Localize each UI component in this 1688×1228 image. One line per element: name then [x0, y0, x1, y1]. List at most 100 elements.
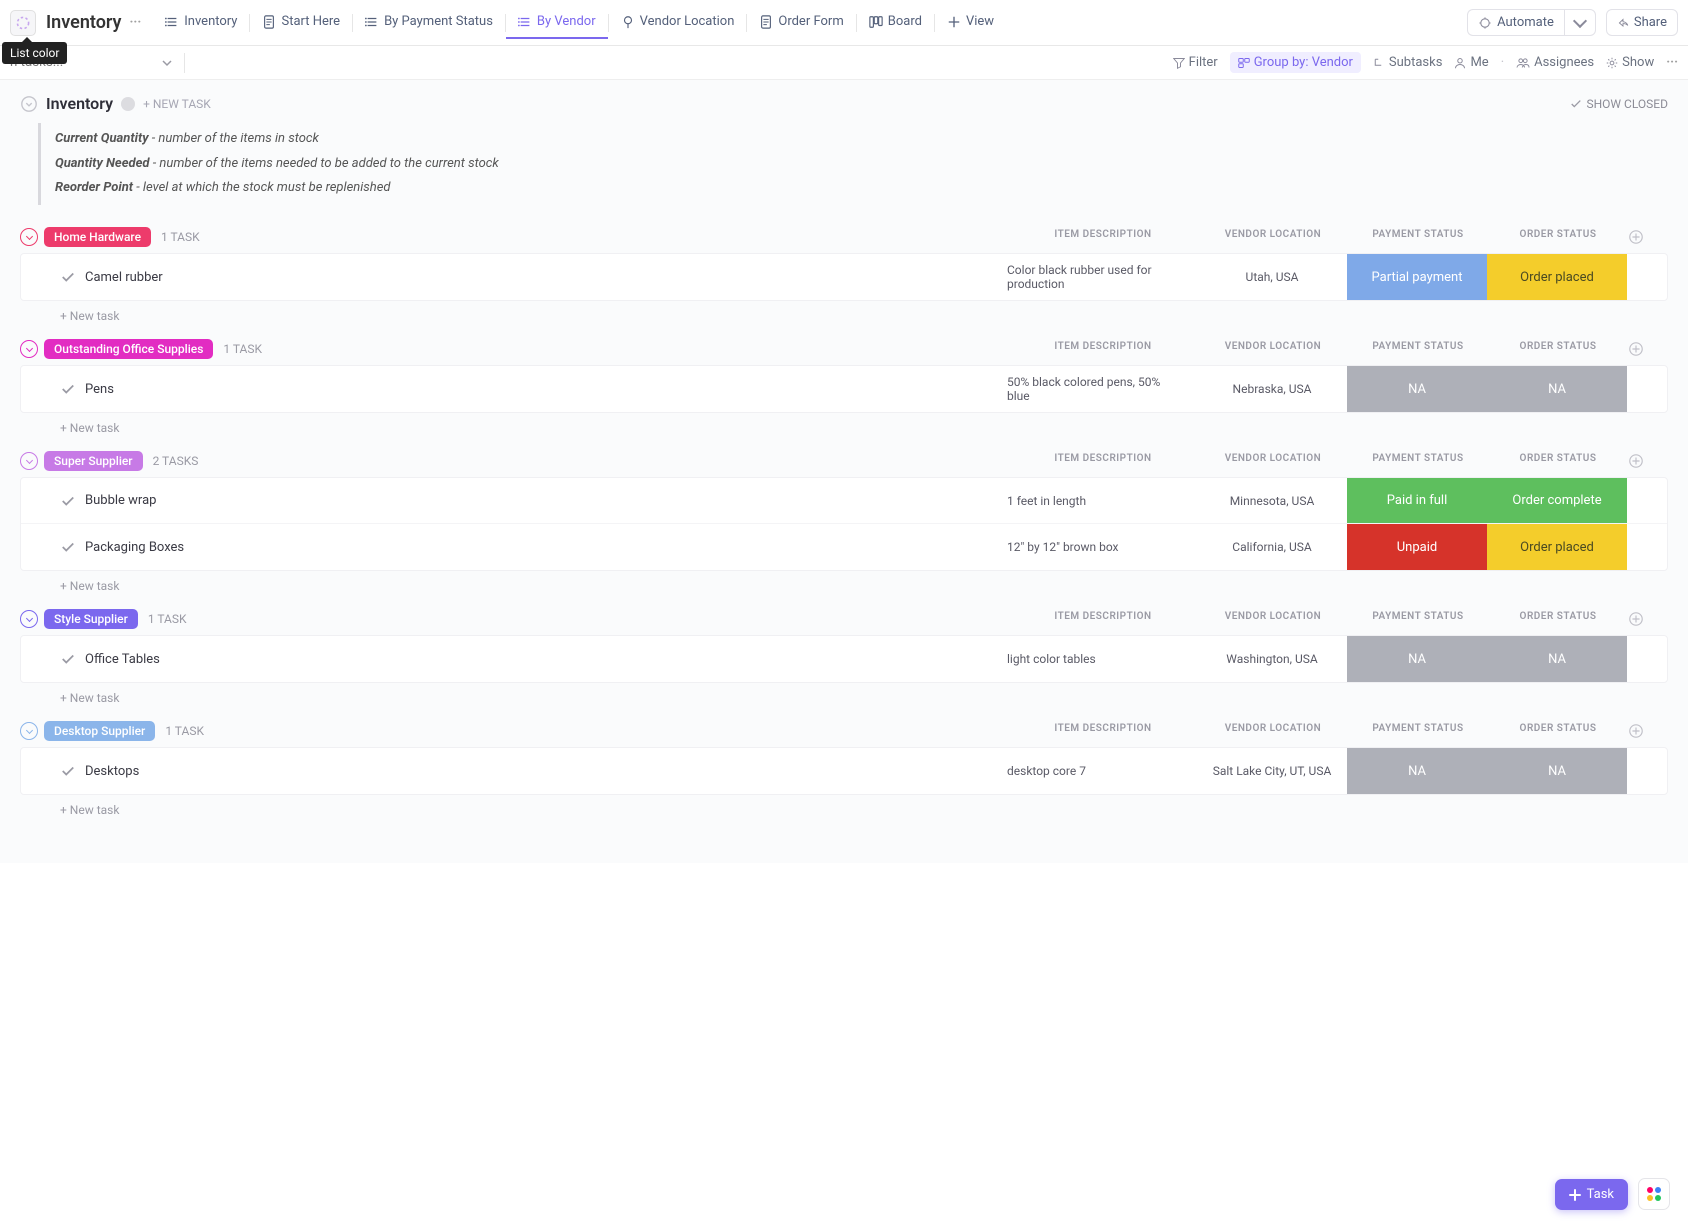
info-icon[interactable] — [121, 97, 135, 111]
filter-icon — [1173, 57, 1185, 69]
automate-dropdown[interactable] — [1564, 9, 1596, 36]
task-status-icon[interactable] — [61, 652, 75, 666]
col-order-status: ORDER STATUS — [1488, 229, 1628, 245]
new-task-fab[interactable]: Task — [1555, 1179, 1628, 1210]
col-payment-status: PAYMENT STATUS — [1348, 723, 1488, 739]
cell-payment-status[interactable]: NA — [1347, 366, 1487, 412]
new-task-row[interactable]: + New task — [20, 683, 1668, 707]
collapse-all-icon[interactable] — [20, 95, 38, 113]
task-row[interactable]: Camel rubberColor black rubber used for … — [21, 254, 1667, 300]
cell-payment-status[interactable]: Unpaid — [1347, 524, 1487, 570]
cell-payment-status[interactable]: Paid in full — [1347, 478, 1487, 523]
group-badge[interactable]: Super Supplier — [44, 451, 143, 471]
definition-term: Reorder Point — [55, 180, 133, 195]
tab-board[interactable]: Board — [857, 6, 934, 39]
add-column-button[interactable] — [1628, 229, 1668, 245]
group-collapse-button[interactable] — [20, 228, 38, 246]
show-label: Show — [1622, 55, 1654, 70]
subtasks-button[interactable]: Subtasks — [1373, 55, 1443, 70]
group-badge[interactable]: Desktop Supplier — [44, 721, 155, 741]
cell-order-status[interactable]: NA — [1487, 748, 1627, 794]
search-dropdown-icon[interactable] — [162, 58, 172, 68]
list-menu-button[interactable]: ··· — [129, 15, 141, 30]
automate-button[interactable]: Automate — [1467, 9, 1564, 36]
cell-order-status[interactable]: NA — [1487, 636, 1627, 682]
group-task-count: 1 TASK — [148, 612, 187, 626]
cell-item-description[interactable]: light color tables — [1007, 636, 1197, 682]
tab-order-form[interactable]: Order Form — [747, 6, 855, 39]
task-row[interactable]: Office Tables light color tablesWashingto… — [21, 636, 1667, 682]
cell-item-description[interactable]: desktop core 7 — [1007, 748, 1197, 794]
cell-item-description[interactable]: 50% black colored pens, 50% blue — [1007, 366, 1197, 412]
task-row[interactable]: Packaging Boxes12" by 12" brown boxCalif… — [21, 524, 1667, 570]
list-color-button[interactable] — [10, 10, 36, 36]
cell-item-description[interactable]: 12" by 12" brown box — [1007, 524, 1197, 570]
task-status-icon[interactable] — [61, 494, 75, 508]
new-task-row[interactable]: + New task — [20, 413, 1668, 437]
group-collapse-button[interactable] — [20, 610, 38, 628]
add-column-button[interactable] — [1628, 611, 1668, 627]
cell-vendor-location[interactable]: Minnesota, USA — [1197, 478, 1347, 523]
definitions-box: Current Quantity - number of the items i… — [38, 123, 1668, 205]
tab-by-vendor[interactable]: By Vendor — [506, 6, 608, 39]
gear-icon — [1606, 57, 1618, 69]
task-row[interactable]: Pens50% black colored pens, 50% blueNebr… — [21, 366, 1667, 412]
cell-item-description[interactable]: Color black rubber used for production — [1007, 254, 1197, 300]
col-vendor-location: VENDOR LOCATION — [1198, 611, 1348, 627]
col-order-status: ORDER STATUS — [1488, 341, 1628, 357]
col-payment-status: PAYMENT STATUS — [1348, 611, 1488, 627]
cell-order-status[interactable]: NA — [1487, 366, 1627, 412]
task-status-icon[interactable] — [61, 270, 75, 284]
add-column-button[interactable] — [1628, 341, 1668, 357]
show-closed-button[interactable]: SHOW CLOSED — [1570, 97, 1668, 111]
show-button[interactable]: Show — [1606, 55, 1654, 70]
col-item-description: ITEM DESCRIPTION — [1008, 611, 1198, 627]
task-status-icon[interactable] — [61, 764, 75, 778]
groupby-button[interactable]: Group by: Vendor — [1230, 52, 1361, 73]
task-row[interactable]: Bubble wrap 1 feet in lengthMinnesota, US… — [21, 478, 1667, 524]
new-task-button[interactable]: + NEW TASK — [143, 97, 211, 111]
cell-payment-status[interactable]: NA — [1347, 748, 1487, 794]
task-name: Office Tables — [85, 652, 160, 667]
cell-vendor-location[interactable]: California, USA — [1197, 524, 1347, 570]
add-column-button[interactable] — [1628, 453, 1668, 469]
cell-order-status[interactable]: Order placed — [1487, 524, 1627, 570]
new-task-row[interactable]: + New task — [20, 571, 1668, 595]
col-item-description: ITEM DESCRIPTION — [1008, 341, 1198, 357]
task-row[interactable]: Desktopsdesktop core 7Salt Lake City, UT… — [21, 748, 1667, 794]
cell-item-description[interactable]: 1 feet in length — [1007, 478, 1197, 523]
col-vendor-location: VENDOR LOCATION — [1198, 229, 1348, 245]
cell-vendor-location[interactable]: Salt Lake City, UT, USA — [1197, 748, 1347, 794]
toolbar-more[interactable]: ··· — [1666, 55, 1678, 70]
cell-vendor-location[interactable]: Utah, USA — [1197, 254, 1347, 300]
cell-vendor-location[interactable]: Nebraska, USA — [1197, 366, 1347, 412]
new-task-row[interactable]: + New task — [20, 795, 1668, 819]
apps-fab[interactable] — [1638, 1178, 1670, 1210]
task-name: Bubble wrap — [85, 493, 156, 508]
tab-view[interactable]: View — [935, 6, 1006, 39]
filter-button[interactable]: Filter — [1173, 55, 1218, 70]
cell-order-status[interactable]: Order placed — [1487, 254, 1627, 300]
cell-payment-status[interactable]: Partial payment — [1347, 254, 1487, 300]
tab-inventory[interactable]: Inventory — [153, 6, 249, 39]
tab-by-payment-status[interactable]: By Payment Status — [353, 6, 505, 39]
share-button[interactable]: Share — [1606, 9, 1678, 36]
task-status-icon[interactable] — [61, 382, 75, 396]
assignees-button[interactable]: Assignees — [1516, 55, 1594, 70]
task-status-icon[interactable] — [61, 540, 75, 554]
group-badge[interactable]: Style Supplier — [44, 609, 138, 629]
group-collapse-button[interactable] — [20, 340, 38, 358]
definition-text: - number of the items in stock — [149, 131, 319, 146]
tab-start-here[interactable]: Start Here — [250, 6, 352, 39]
group-collapse-button[interactable] — [20, 452, 38, 470]
new-task-row[interactable]: + New task — [20, 301, 1668, 325]
me-button[interactable]: Me — [1454, 55, 1488, 70]
group-badge[interactable]: Home Hardware — [44, 227, 151, 247]
tab-vendor-location[interactable]: Vendor Location — [609, 6, 747, 39]
group-badge[interactable]: Outstanding Office Supplies — [44, 339, 213, 359]
group-collapse-button[interactable] — [20, 722, 38, 740]
cell-payment-status[interactable]: NA — [1347, 636, 1487, 682]
cell-order-status[interactable]: Order complete — [1487, 478, 1627, 523]
add-column-button[interactable] — [1628, 723, 1668, 739]
cell-vendor-location[interactable]: Washington, USA — [1197, 636, 1347, 682]
